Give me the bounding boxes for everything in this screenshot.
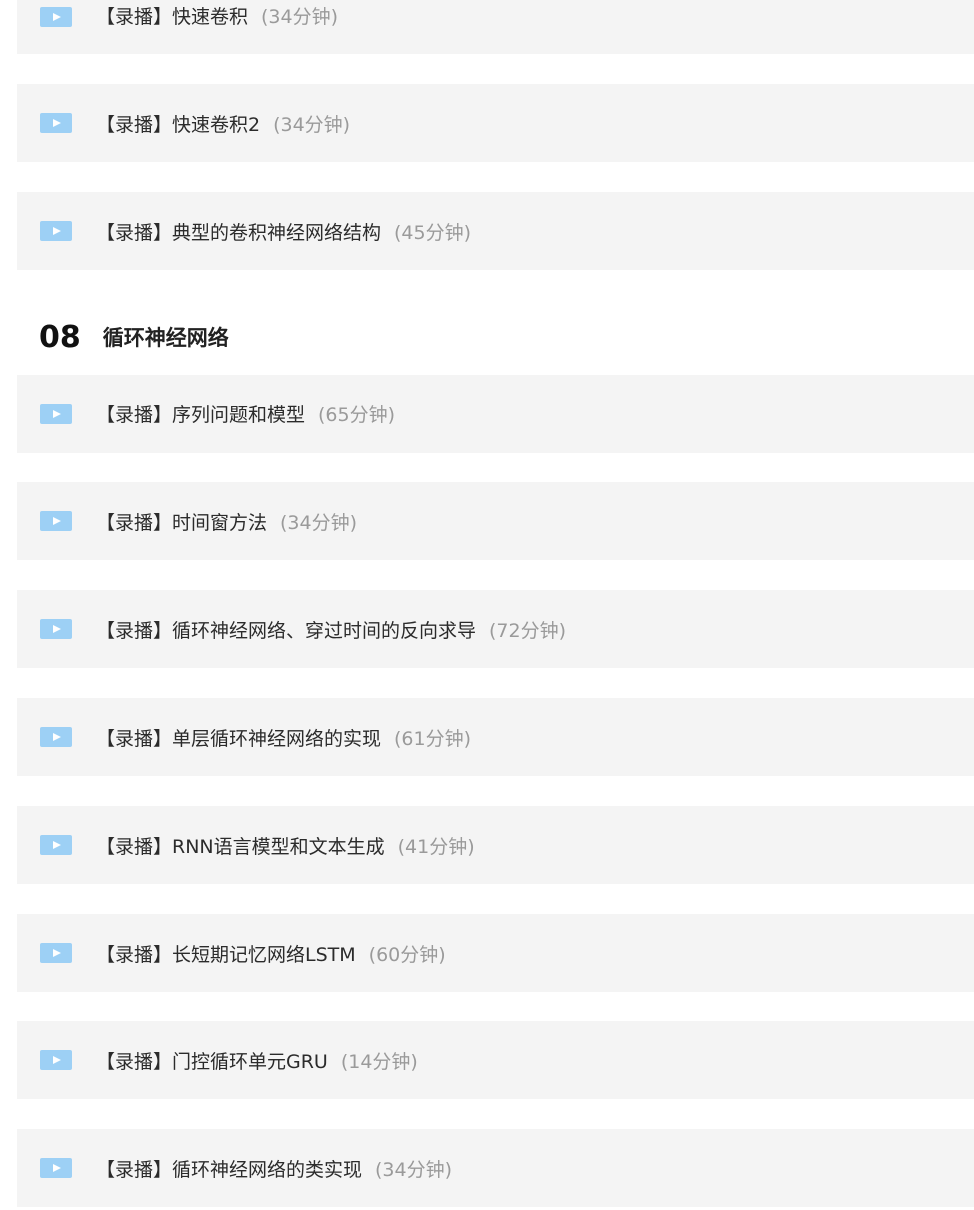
lesson-title: 【录播】门控循环单元GRU	[96, 1051, 328, 1073]
lesson-duration: (41分钟)	[397, 836, 475, 858]
play-icon	[40, 113, 72, 133]
lesson-duration: (61分钟)	[394, 728, 472, 750]
lesson-duration: (45分钟)	[394, 222, 472, 244]
lesson-row[interactable]: 【录播】时间窗方法 (34分钟)	[17, 482, 974, 560]
play-icon	[40, 404, 72, 424]
lesson-title: 【录播】序列问题和模型	[96, 404, 306, 426]
lesson-row[interactable]: 【录播】循环神经网络、穿过时间的反向求导 (72分钟)	[17, 590, 974, 668]
lesson-row[interactable]: 【录播】单层循环神经网络的实现 (61分钟)	[17, 698, 974, 776]
lesson-duration: (34分钟)	[375, 1159, 453, 1181]
lesson-duration: (14分钟)	[340, 1051, 418, 1073]
lesson-title: 【录播】典型的卷积神经网络结构	[96, 222, 382, 244]
play-icon	[40, 727, 72, 747]
lesson-duration: (34分钟)	[261, 6, 339, 28]
section-title: 循环神经网络	[102, 326, 229, 350]
lesson-title: 【录播】快速卷积	[96, 6, 249, 28]
lesson-title: 【录播】循环神经网络的类实现	[96, 1159, 363, 1181]
play-icon	[40, 1158, 72, 1178]
play-icon	[40, 7, 72, 27]
play-icon	[40, 943, 72, 963]
lesson-title: 【录播】RNN语言模型和文本生成	[96, 836, 385, 858]
play-icon	[40, 511, 72, 531]
lesson-duration: (34分钟)	[280, 512, 358, 534]
lesson-title: 【录播】长短期记忆网络LSTM	[96, 944, 356, 966]
lesson-row[interactable]: 【录播】门控循环单元GRU (14分钟)	[17, 1021, 974, 1099]
lesson-row[interactable]: 【录播】快速卷积 (34分钟)	[17, 0, 974, 54]
lesson-title: 【录播】时间窗方法	[96, 512, 268, 534]
lesson-row[interactable]: 【录播】RNN语言模型和文本生成 (41分钟)	[17, 806, 974, 884]
lesson-row[interactable]: 【录播】典型的卷积神经网络结构 (45分钟)	[17, 192, 974, 270]
lesson-title: 【录播】单层循环神经网络的实现	[96, 728, 382, 750]
lesson-row[interactable]: 【录播】序列问题和模型 (65分钟)	[17, 375, 974, 453]
lesson-duration: (60分钟)	[368, 944, 446, 966]
play-icon	[40, 1050, 72, 1070]
play-icon	[40, 619, 72, 639]
section-header: 08 循环神经网络	[39, 318, 229, 358]
lesson-duration: (65分钟)	[318, 404, 396, 426]
lesson-title: 【录播】循环神经网络、穿过时间的反向求导	[96, 620, 477, 642]
section-number: 08	[39, 320, 81, 355]
lesson-row[interactable]: 【录播】快速卷积2 (34分钟)	[17, 84, 974, 162]
lesson-title: 【录播】快速卷积2	[96, 114, 261, 136]
lesson-row[interactable]: 【录播】循环神经网络的类实现 (34分钟)	[17, 1129, 974, 1207]
lesson-row[interactable]: 【录播】长短期记忆网络LSTM (60分钟)	[17, 914, 974, 992]
lesson-duration: (72分钟)	[489, 620, 567, 642]
play-icon	[40, 221, 72, 241]
play-icon	[40, 835, 72, 855]
lesson-duration: (34分钟)	[273, 114, 351, 136]
